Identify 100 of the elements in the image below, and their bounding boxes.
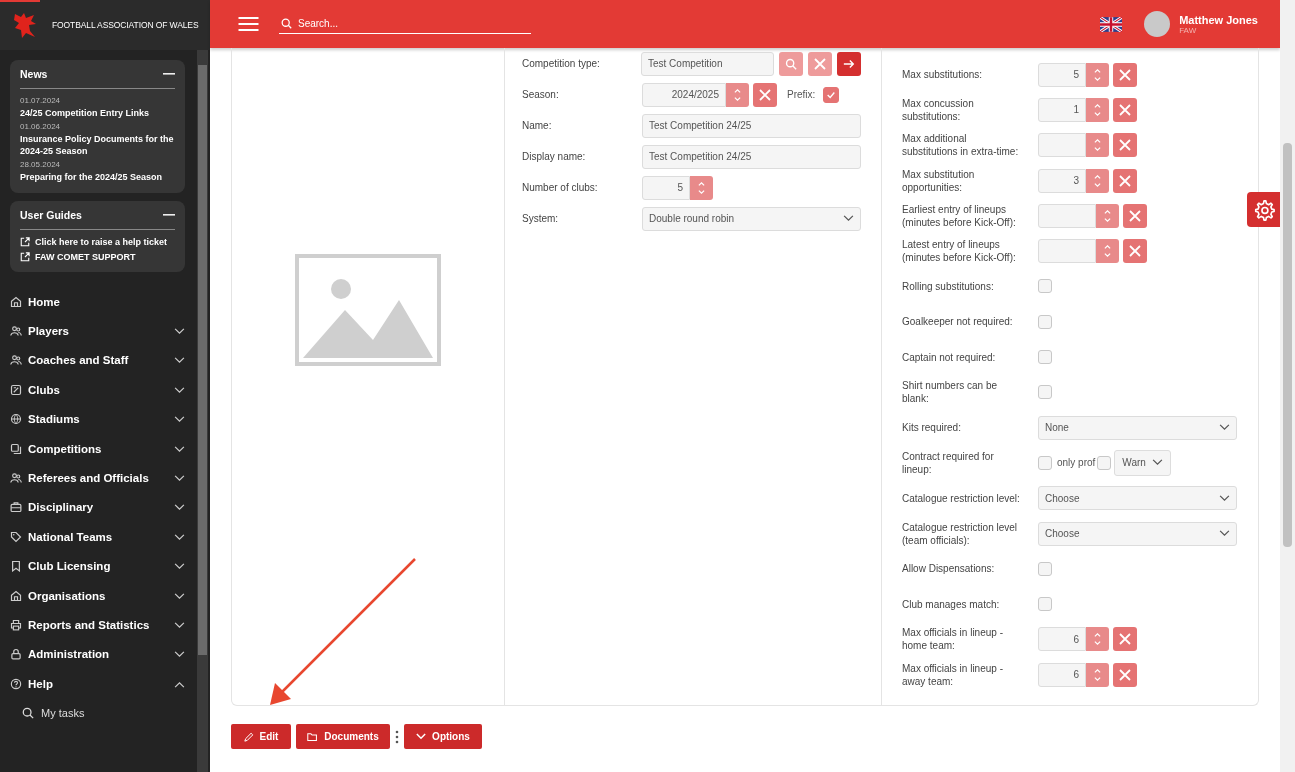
search-button[interactable] [779,51,803,76]
up-down-icon [1093,667,1102,682]
number-field[interactable]: 3 [1038,168,1086,193]
checkbox[interactable] [1038,455,1052,470]
action-button[interactable]: Documents [296,724,390,749]
clear-button[interactable] [808,51,832,76]
chevron-down-icon [1219,530,1230,537]
select-field[interactable]: Warn [1114,449,1171,476]
clear-button[interactable] [1123,239,1147,264]
clear-button[interactable] [1113,97,1137,122]
news-link[interactable]: Insurance Policy Documents for the 2024-25 Season [20,133,175,157]
nav-item[interactable]: Organisations [10,580,185,611]
select-field[interactable]: Double round robin [642,206,861,231]
news-link[interactable]: Preparing for the 2024/25 Season [20,171,175,183]
printer-icon [10,619,22,631]
number-field[interactable] [1038,239,1096,264]
nav-item[interactable]: National Teams [10,522,185,552]
spinner-button[interactable] [1086,97,1109,122]
field-label: Max substitution opportunities: [902,167,976,194]
nav-item[interactable]: Club Licensing [10,551,185,581]
clear-button[interactable] [1113,662,1137,687]
news-date: 01.06.2024 [20,122,62,131]
select-field[interactable]: None [1038,415,1237,440]
chevron-down-icon [1219,424,1230,432]
arrow-right-icon [843,57,855,70]
field-label: Rolling substitutions: [902,279,995,293]
nav-item[interactable]: Home [10,287,185,317]
guide-link[interactable]: FAW COMET SUPPORT [35,252,136,262]
scrollbar[interactable] [1280,0,1295,772]
settings-button[interactable] [1247,192,1280,227]
checkbox[interactable] [823,86,840,103]
menu-button[interactable] [238,16,259,32]
nav-item[interactable]: Coaches and Staff [10,345,185,376]
nav-item[interactable]: Competitions [10,433,185,464]
clear-button[interactable] [1113,627,1137,652]
chevron-down-icon [416,733,427,740]
globe-icon [10,413,22,426]
clear-button[interactable] [1113,168,1137,193]
field-label: Max additional substitutions in extra-time: [902,132,1020,159]
field-label: Captain not required: [902,350,997,364]
kebab-icon[interactable] [395,729,399,744]
number-field[interactable]: 1 [1038,97,1086,122]
number-field[interactable]: 6 [1038,662,1086,687]
guide-link[interactable]: Click here to raise a help ticket [35,237,168,247]
nav-item[interactable]: Stadiums [10,404,185,434]
field-label: Max substitutions: [902,68,984,82]
action-button[interactable]: Options [404,724,482,749]
chevron-down-icon [174,416,185,424]
text-field[interactable]: Test Competition [641,51,774,76]
checkbox[interactable] [1097,455,1112,470]
search-field[interactable]: Search... [298,18,518,29]
text-field[interactable]: Test Competition 24/25 [642,144,861,169]
select-field[interactable]: Choose [1038,521,1237,546]
text-field[interactable]: Test Competition 24/25 [642,113,861,138]
field-label: Earliest entry of lineups (minutes before Kick-Off): [902,202,1017,229]
nav-item[interactable]: Administration [10,639,185,670]
nav-item[interactable]: Reports and Statistics [10,610,185,640]
select-field[interactable]: Choose [1038,486,1237,511]
number-field[interactable]: 5 [1038,62,1086,87]
avatar[interactable] [1144,11,1171,37]
spinner-button[interactable] [726,82,749,107]
spinner-button[interactable] [1086,168,1109,193]
spinner-button[interactable] [1086,133,1109,158]
nav-item[interactable]: Referees and Officials [10,463,185,493]
spinner-button[interactable] [690,175,713,200]
panel-title: User Guides [20,209,82,221]
up-down-icon [1093,102,1102,117]
number-field[interactable] [1038,133,1086,158]
spinner-button[interactable] [1096,203,1119,228]
number-field[interactable]: 6 [1038,627,1086,652]
nav-item[interactable]: Disciplinary [10,492,185,523]
checkbox[interactable] [1038,279,1052,294]
clear-button[interactable] [1123,203,1147,228]
chevron-down-icon [174,563,185,571]
spinner-button[interactable] [1086,662,1109,687]
flag-icon[interactable] [1100,16,1123,32]
checkbox[interactable] [1038,597,1052,612]
checkbox[interactable] [1038,350,1052,364]
number-field[interactable] [1038,203,1096,228]
action-button[interactable]: Edit [231,724,291,749]
nav-item[interactable]: Players [10,316,185,346]
clear-button[interactable] [753,82,777,107]
go-button[interactable] [837,51,861,76]
spinner-button[interactable] [1096,239,1119,264]
nav-item[interactable]: Help [10,669,185,699]
checkbox[interactable] [1038,314,1052,329]
clear-button[interactable] [1113,62,1137,87]
spinner-button[interactable] [1086,627,1109,652]
settings-icon [1252,198,1275,221]
number-field[interactable]: 2024/2025 [642,82,726,107]
checkbox[interactable] [1038,385,1052,400]
scrollbar[interactable] [197,50,208,772]
chevron-down-icon [174,328,185,336]
nav-subitem[interactable]: My tasks [10,698,185,728]
number-field[interactable]: 5 [642,175,690,200]
checkbox[interactable] [1038,561,1052,576]
clear-button[interactable] [1113,133,1137,158]
spinner-button[interactable] [1086,62,1109,87]
nav-item[interactable]: Clubs [10,375,185,405]
news-link[interactable]: 24/25 Competition Entry Links [20,107,175,119]
